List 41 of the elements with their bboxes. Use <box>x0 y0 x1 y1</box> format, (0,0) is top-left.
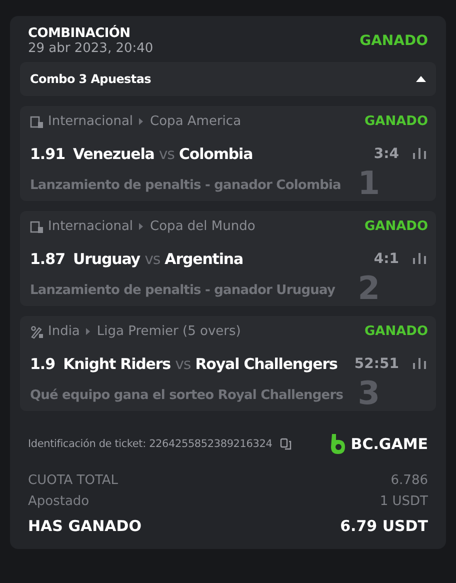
odds-value: 1.87 <box>30 250 66 268</box>
market-label: Qué equipo gana el sorteo Royal Challengers <box>30 388 344 403</box>
chevron-icon <box>139 223 144 230</box>
status-label: GANADO <box>364 324 428 339</box>
bet-type: COMBINACIÓN <box>28 26 132 41</box>
status-label: GANADO <box>364 219 428 234</box>
summary-label: Apostado <box>28 494 90 509</box>
summary-value: 6.79 USDT <box>340 517 428 535</box>
league-path: India <box>48 324 80 339</box>
summary-label: HAS GANADO <box>28 517 142 535</box>
summary-label: CUOTA TOTAL <box>28 473 118 488</box>
match-title: Knight Riders vs Royal Challengers <box>63 354 338 372</box>
market-label: Lanzamiento de penaltis - ganador Uruguay <box>30 283 336 298</box>
brand-logo-icon <box>330 433 346 455</box>
odds-value: 1.91 <box>30 144 66 162</box>
score: 52:51 <box>354 356 399 372</box>
ticket-id: Identificación de ticket: 2264255852389216324 <box>28 438 272 450</box>
combo-toggle[interactable]: Combo 3 Apuestas <box>20 62 436 96</box>
stats-icon[interactable] <box>413 358 426 369</box>
score: 3:4 <box>374 146 399 162</box>
brand-name: BC.GAME <box>350 435 428 453</box>
market-label: Lanzamiento de penaltis - ganador Colombia <box>30 178 341 193</box>
chevron-icon <box>139 118 144 125</box>
status-label: GANADO <box>364 114 428 129</box>
score: 4:1 <box>374 250 399 266</box>
stats-icon[interactable] <box>413 253 426 264</box>
bet-date: 29 abr 2023, 20:40 <box>28 41 154 56</box>
league-path: Liga Premier (5 overs) <box>96 324 241 339</box>
chevron-icon <box>86 328 91 335</box>
league-path: Internacional <box>48 219 134 234</box>
league-path: Internacional <box>48 114 134 129</box>
match-title: Uruguay vs Argentina <box>73 250 243 268</box>
league-path: Copa America <box>150 114 242 129</box>
match-title: Venezuela vs Colombia <box>73 144 253 162</box>
odds-value: 1.9 <box>30 354 56 372</box>
copy-icon[interactable] <box>280 438 292 450</box>
league-path: Copa del Mundo <box>150 219 256 234</box>
summary-value: 1 USDT <box>380 494 428 509</box>
status-label: GANADO <box>360 33 428 49</box>
summary-value: 6.786 <box>390 473 428 488</box>
stats-icon[interactable] <box>413 148 426 159</box>
